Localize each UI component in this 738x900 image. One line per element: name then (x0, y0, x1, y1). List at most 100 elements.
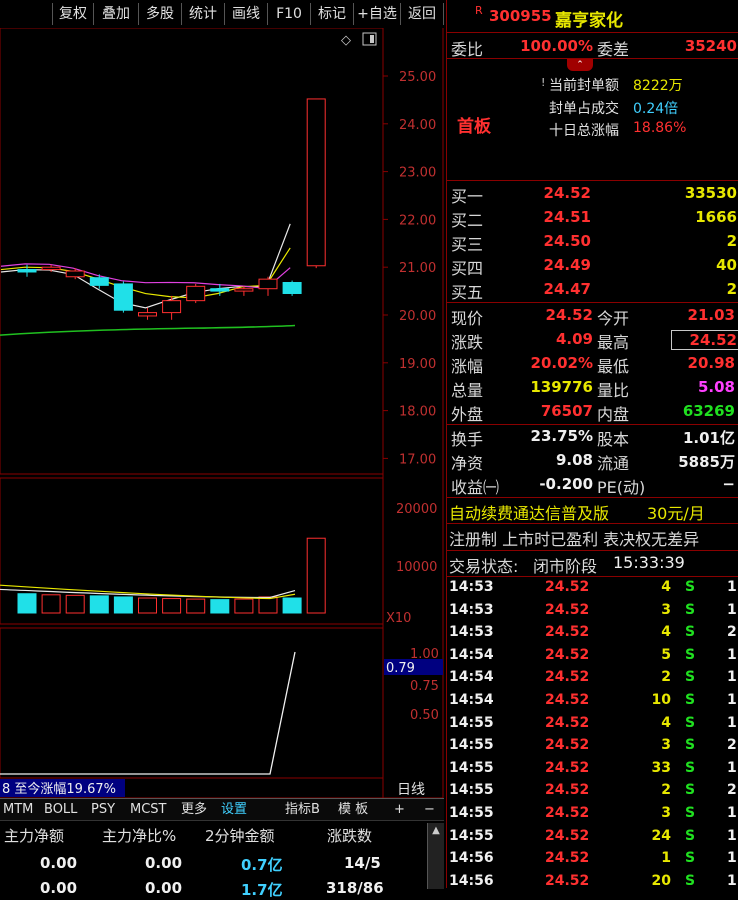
draw-line-button[interactable]: 画线 (224, 3, 267, 25)
tab-indicator-b[interactable]: 指标B (285, 801, 320, 819)
bid-price[interactable]: 24.51 (527, 208, 591, 226)
bid-volume: 33530 (684, 184, 737, 202)
bid-price[interactable]: 24.49 (527, 256, 591, 274)
volume-bar[interactable] (162, 598, 182, 614)
capital-flow-table: 主力净额 主力净比% 2分钟金额 涨跌数 0.00 0.00 0.7亿 14/5… (0, 820, 444, 899)
tick-count: 1 (727, 646, 737, 663)
tab-psy[interactable]: PSY (91, 801, 115, 819)
period-label[interactable]: 日线 (397, 782, 425, 798)
tick-count: 1 (727, 759, 737, 776)
stat-value: 139776 (530, 378, 593, 396)
volume-bar[interactable] (258, 596, 278, 614)
bid-price[interactable]: 24.47 (527, 280, 591, 298)
promo-price[interactable]: 30元/月 (647, 500, 705, 524)
price-tick-label: 17.00 (399, 452, 436, 467)
volume-bar[interactable] (210, 599, 230, 614)
volume-bar[interactable] (113, 596, 133, 614)
cell: 0.00 (145, 854, 183, 872)
stat-label: 涨跌 (451, 333, 484, 352)
tick-price: 24.52 (545, 782, 590, 799)
candle-body[interactable] (41, 266, 61, 271)
stat-label: 最高 (597, 333, 630, 352)
stats-button[interactable]: 统计 (181, 3, 224, 25)
tab-template[interactable]: 模 板 (338, 801, 368, 819)
weibi-label: 委比 (451, 40, 484, 59)
bid-price[interactable]: 24.52 (527, 184, 591, 202)
tick-row: 14:55 24.52 2 S 2 (447, 782, 738, 804)
bid-label: 买四 (451, 259, 484, 278)
tab-mtm[interactable]: MTM (3, 801, 33, 819)
ten-day-value: 18.86% (633, 120, 687, 136)
panel-toggle-icon[interactable] (362, 32, 377, 46)
promo-text[interactable]: 自动续费通达信普及版 (449, 500, 609, 524)
candle-body[interactable] (17, 269, 37, 273)
zoom-out-button[interactable]: − (424, 801, 435, 819)
chart-toolbar: 复权 叠加 多股 统计 画线 F10 标记 +自选 返回 (0, 0, 444, 28)
kline-chart[interactable]: ◇ 25.00 24.00 23.00 22.00 21.00 20.00 19.00 18.… (0, 28, 444, 888)
scroll-up-icon[interactable]: ▲ (428, 823, 444, 839)
overlay-button[interactable]: 叠加 (93, 3, 138, 25)
candle-body[interactable] (210, 288, 230, 292)
footer-range-text: 8 至今涨幅19.67% (2, 781, 116, 797)
indicator-value: 0.79 (386, 661, 415, 676)
tick-volume: 24 (651, 827, 671, 844)
candle-body[interactable] (306, 98, 326, 267)
cell: 0.00 (40, 879, 78, 897)
volume-bar[interactable] (17, 593, 37, 614)
candle-body[interactable] (89, 277, 109, 286)
tick-time: 14:55 (449, 737, 494, 754)
tab-boll[interactable]: BOLL (44, 801, 77, 819)
volume-tick-label: 20000 (396, 502, 437, 517)
table-scrollbar[interactable]: ▲ (427, 823, 444, 889)
stat-label: 换手 (451, 430, 484, 449)
stat-label: 现价 (451, 309, 484, 328)
mark-button[interactable]: 标记 (310, 3, 353, 25)
tab-settings[interactable]: 设置 (221, 801, 247, 819)
volume-bar[interactable] (65, 594, 85, 614)
tick-price: 24.52 (545, 692, 590, 708)
tick-time: 14:53 (449, 601, 494, 618)
collapse-icon[interactable]: ⌃ (567, 59, 593, 71)
cell: 14/5 (344, 854, 381, 872)
tick-volume: 3 (661, 805, 671, 821)
diamond-icon[interactable]: ◇ (341, 33, 351, 48)
candle-body[interactable] (186, 285, 206, 302)
f10-button[interactable]: F10 (267, 3, 310, 25)
tab-mcst[interactable]: MCST (130, 801, 167, 819)
tick-row: 14:55 24.52 33 S 1 (447, 760, 738, 782)
tick-count: 1 (727, 827, 737, 844)
stat-label: 收益㈠ (451, 478, 500, 497)
tick-row: 14:55 24.52 4 S 1 (447, 715, 738, 737)
volume-bar[interactable] (41, 594, 61, 614)
add-watchlist-button[interactable]: +自选 (353, 3, 400, 25)
price-tick-label: 22.00 (399, 213, 436, 228)
candle-body[interactable] (113, 283, 133, 311)
volume-bar[interactable] (186, 598, 206, 614)
volume-bar[interactable] (89, 595, 109, 614)
candle-body[interactable] (162, 300, 182, 314)
stat-label: 最低 (597, 357, 630, 376)
col-header: 主力净比% (102, 827, 177, 845)
candle-body[interactable] (138, 312, 157, 317)
tick-count: 1 (727, 692, 737, 708)
ten-day-label: 十日总涨幅 (549, 123, 619, 139)
back-button[interactable]: 返回 (400, 3, 444, 25)
stat-value: 24.52 (671, 330, 738, 350)
tab-more[interactable]: 更多 (181, 801, 207, 819)
zoom-in-button[interactable]: + (394, 801, 405, 819)
volume-bar[interactable] (138, 597, 157, 614)
candle-body[interactable] (234, 288, 254, 292)
col-header: 主力净额 (4, 827, 65, 845)
bid-price[interactable]: 24.50 (527, 232, 591, 250)
fuquan-button[interactable]: 复权 (52, 3, 93, 25)
candle-body[interactable] (65, 270, 85, 278)
candle-body[interactable] (282, 281, 302, 294)
tick-price: 24.52 (545, 714, 590, 731)
stat-value: 1.01亿 (682, 429, 735, 447)
multi-stock-button[interactable]: 多股 (138, 3, 181, 25)
candle-body[interactable] (258, 278, 278, 290)
volume-bar[interactable] (306, 537, 326, 614)
tick-count: 1 (727, 714, 737, 731)
volume-bar[interactable] (234, 598, 254, 614)
volume-bar[interactable] (282, 597, 302, 614)
